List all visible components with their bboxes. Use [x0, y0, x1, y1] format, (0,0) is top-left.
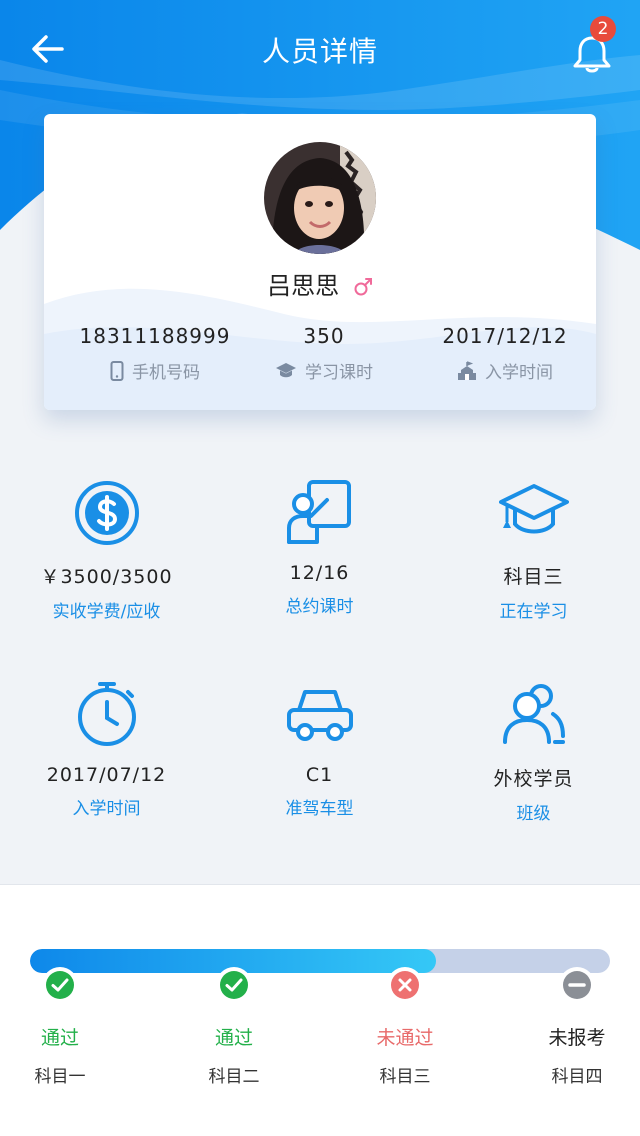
- lessons-value: 12/16: [289, 562, 350, 584]
- grid-item-enroll-date[interactable]: 2017/07/12 入学时间: [0, 680, 213, 819]
- step-dot: [387, 967, 423, 1003]
- phone-label: 手机号码: [132, 363, 200, 383]
- tuition-value: ￥3500/3500: [40, 566, 173, 588]
- step-dot: [216, 967, 252, 1003]
- license-value: C1: [305, 764, 334, 786]
- stat-hours: 350 学习课时: [254, 324, 394, 383]
- step-status: 未通过: [376, 1027, 434, 1049]
- step-dot: [559, 967, 595, 1003]
- profile-name: 吕思思: [267, 272, 340, 300]
- profile-card: 吕思思 18311188999 手机号码 350 学习课时 2017/12/12: [44, 114, 596, 410]
- grid-item-subject[interactable]: 科目三 正在学习: [427, 478, 640, 622]
- notification-badge: 2: [590, 16, 616, 42]
- hours-label: 学习课时: [305, 363, 373, 383]
- stat-phone: 18311188999 手机号码: [70, 324, 240, 383]
- step-subject-3[interactable]: 未通过 科目三: [345, 967, 465, 1087]
- tuition-label: 实收学费/应收: [52, 602, 161, 622]
- enroll-label: 入学时间: [485, 363, 553, 383]
- users-icon: [502, 684, 565, 744]
- phone-icon: [110, 360, 124, 381]
- check-circle-icon: [46, 971, 74, 999]
- mortarboard-icon: [276, 362, 296, 377]
- step-name: 科目二: [208, 1067, 260, 1087]
- step-subject-2[interactable]: 通过 科目二: [174, 967, 294, 1087]
- hours-value: 350: [303, 324, 345, 348]
- graduation-cap-icon: [498, 484, 569, 534]
- male-symbol-icon: [354, 278, 372, 296]
- check-circle-icon: [220, 971, 248, 999]
- grid-item-lessons[interactable]: 12/16 总约课时: [213, 478, 426, 617]
- step-name: 科目三: [379, 1067, 431, 1087]
- step-subject-4[interactable]: 未报考 科目四: [517, 967, 637, 1087]
- class-label: 班级: [516, 804, 551, 824]
- grid-item-class[interactable]: 外校学员 班级: [427, 680, 640, 824]
- step-status: 通过: [40, 1027, 79, 1049]
- grid-item-license[interactable]: C1 准驾车型: [213, 680, 426, 819]
- student-board-icon: [286, 480, 351, 544]
- close-circle-icon: [391, 971, 419, 999]
- page-title: 人员详情: [261, 35, 378, 68]
- subject-value: 科目三: [503, 566, 564, 588]
- class-value: 外校学员: [493, 768, 574, 790]
- enroll-date-label: 入学时间: [72, 799, 141, 819]
- grid-item-tuition[interactable]: ￥3500/3500 实收学费/应收: [0, 478, 213, 622]
- exam-progress-section: 通过 科目一 通过 科目二 未通过 科目三 未报考 科目四: [0, 884, 640, 1136]
- profile-name-row: 吕思思: [44, 266, 596, 301]
- lessons-label: 总约课时: [285, 597, 354, 617]
- app-header: 人员详情 2: [0, 0, 640, 100]
- enroll-date-value: 2017/07/12: [46, 764, 167, 786]
- dollar-coin-icon: [74, 481, 139, 545]
- step-name: 科目一: [34, 1067, 86, 1087]
- stopwatch-icon: [77, 682, 136, 746]
- step-status: 通过: [214, 1027, 253, 1049]
- step-status: 未报考: [548, 1027, 606, 1049]
- avatar: [264, 142, 376, 254]
- minus-circle-icon: [563, 971, 591, 999]
- step-dot: [42, 967, 78, 1003]
- phone-value: 18311188999: [79, 324, 231, 348]
- license-label: 准驾车型: [285, 799, 354, 819]
- step-subject-1[interactable]: 通过 科目一: [0, 967, 120, 1087]
- stat-enroll: 2017/12/12 入学时间: [424, 324, 586, 383]
- step-name: 科目四: [551, 1067, 603, 1087]
- school-building-icon: [458, 360, 476, 380]
- car-icon: [286, 690, 353, 741]
- subject-label: 正在学习: [499, 602, 568, 622]
- enroll-value: 2017/12/12: [442, 324, 568, 348]
